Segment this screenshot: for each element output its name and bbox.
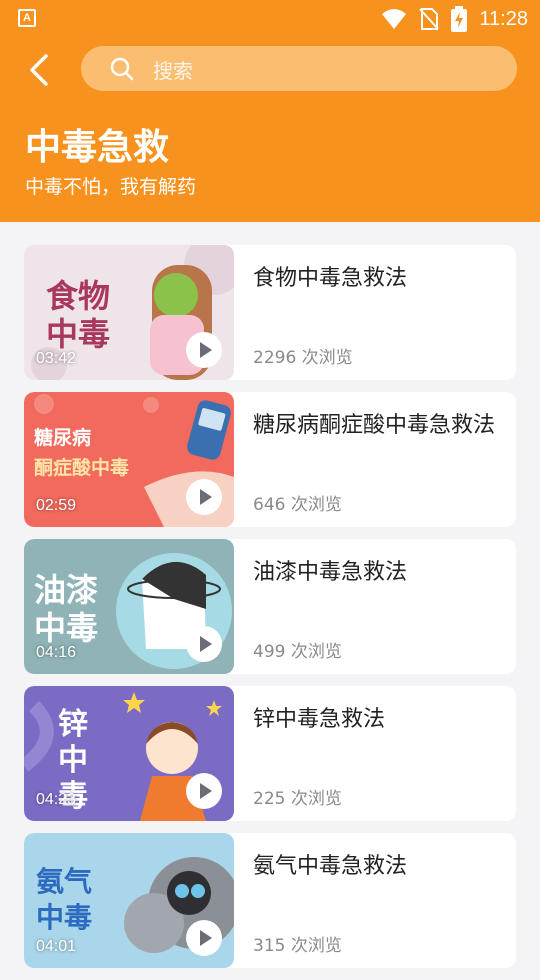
play-icon[interactable] — [186, 626, 222, 662]
battery-charging-icon — [451, 6, 468, 32]
video-card[interactable]: 糖尿病 酮症酸中毒 02:59 糖尿病酮症酸中毒急救法 646 次浏览 — [24, 392, 516, 527]
view-count: 2296 次浏览 — [253, 348, 353, 368]
video-card[interactable]: 油漆 中毒 04:16 油漆中毒急救法 499 次浏览 — [24, 539, 516, 674]
thumbnail-text: 中毒 — [46, 315, 110, 353]
video-duration: 02:59 — [36, 497, 77, 514]
view-count: 646 次浏览 — [253, 495, 342, 515]
status-time: 11:28 — [479, 7, 528, 30]
page-subtitle: 中毒不怕，我有解药 — [25, 176, 197, 198]
video-card[interactable]: 氨气 中毒 04:01 氨气中毒急救法 315 次浏览 — [24, 833, 516, 968]
search-placeholder: 搜索 — [153, 59, 193, 83]
no-sim-icon — [419, 8, 440, 30]
thumbnail-text: 锌 — [58, 707, 88, 742]
thumbnail-text: 中毒 — [36, 901, 92, 934]
video-title[interactable]: 糖尿病酮症酸中毒急救法 — [253, 406, 503, 446]
video-title[interactable]: 油漆中毒急救法 — [253, 553, 503, 593]
play-icon[interactable] — [186, 479, 222, 515]
view-count: 499 次浏览 — [253, 642, 342, 662]
video-duration: 04:23 — [36, 791, 77, 808]
video-card[interactable]: 锌 中 毒 04:23 锌中毒急救法 225 次浏览 — [24, 686, 516, 821]
play-icon[interactable] — [186, 773, 222, 809]
view-count: 225 次浏览 — [253, 789, 342, 809]
video-title[interactable]: 食物中毒急救法 — [253, 259, 503, 299]
wifi-icon — [382, 9, 407, 29]
video-thumbnail[interactable]: 油漆 中毒 04:16 — [24, 539, 234, 674]
back-arrow-icon — [30, 54, 48, 86]
back-button[interactable] — [20, 48, 60, 92]
view-count: 315 次浏览 — [253, 936, 342, 956]
video-duration: 04:16 — [36, 644, 77, 661]
status-bar: A 11:28 — [0, 0, 540, 38]
thumbnail-text: 中 — [58, 743, 88, 778]
play-icon[interactable] — [186, 332, 222, 368]
video-title[interactable]: 氨气中毒急救法 — [253, 847, 503, 887]
search-input[interactable]: 搜索 — [81, 46, 517, 91]
video-duration: 04:01 — [36, 938, 77, 955]
thumbnail-text: 酮症酸中毒 — [34, 456, 129, 479]
video-thumbnail[interactable]: 糖尿病 酮症酸中毒 02:59 — [24, 392, 234, 527]
video-card[interactable]: 食物 中毒 03:42 食物中毒急救法 2296 次浏览 — [24, 245, 516, 380]
page-title: 中毒急救 — [25, 127, 170, 168]
app-notification-icon: A — [18, 9, 36, 27]
video-list: 食物 中毒 03:42 食物中毒急救法 2296 次浏览 糖尿病 酮症酸中毒 0… — [24, 245, 516, 980]
video-title[interactable]: 锌中毒急救法 — [253, 700, 503, 740]
video-thumbnail[interactable]: 氨气 中毒 04:01 — [24, 833, 234, 968]
video-duration: 03:42 — [36, 350, 77, 367]
thumbnail-text: 氨气 — [36, 865, 92, 898]
status-icons: 11:28 — [381, 6, 528, 32]
thumbnail-text: 中毒 — [34, 609, 98, 647]
play-icon[interactable] — [186, 920, 222, 956]
video-thumbnail[interactable]: 锌 中 毒 04:23 — [24, 686, 234, 821]
thumbnail-text: 油漆 — [34, 571, 98, 609]
thumbnail-text: 糖尿病 — [34, 426, 91, 449]
video-thumbnail[interactable]: 食物 中毒 03:42 — [24, 245, 234, 380]
thumbnail-text: 食物 — [46, 277, 110, 315]
search-icon — [110, 57, 134, 81]
header: A 11:28 搜索 中毒急救 中毒不怕，我有解药 — [0, 0, 540, 222]
